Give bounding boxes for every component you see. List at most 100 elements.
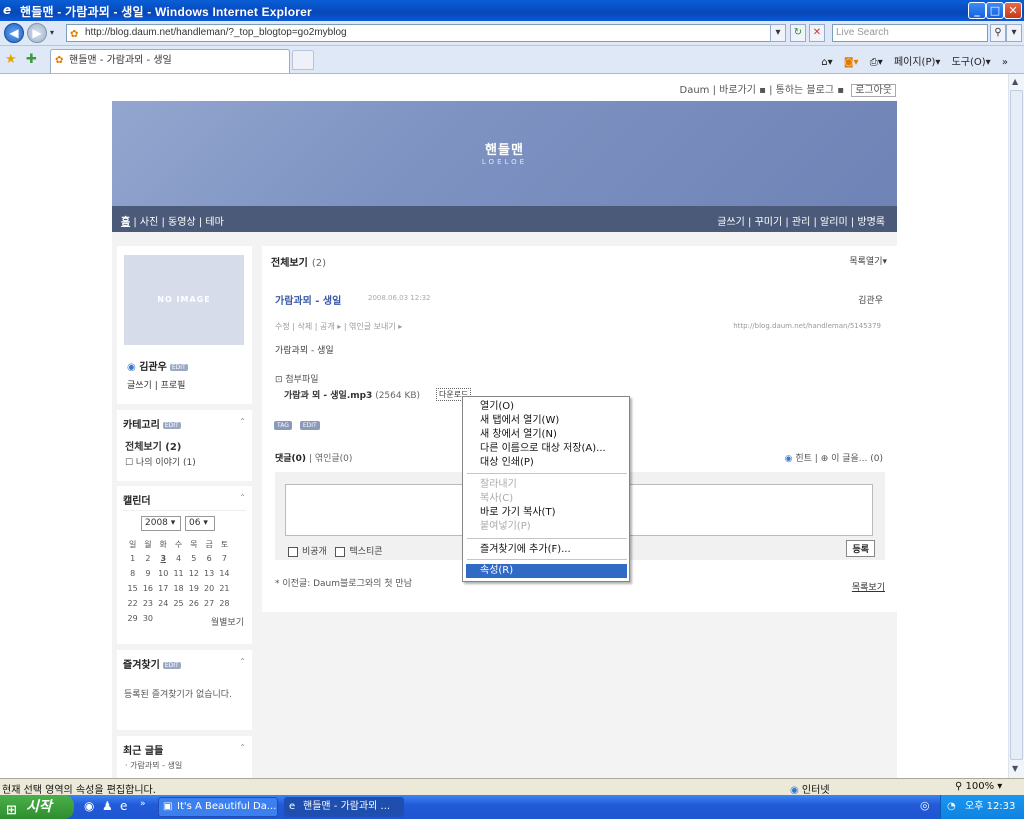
profile-name-text[interactable]: 김관우 [139, 362, 167, 373]
minimize-button[interactable]: _ [968, 2, 986, 19]
calendar-day[interactable]: 13 [201, 569, 216, 578]
tray-volume-icon[interactable]: ◔ [947, 795, 956, 819]
vertical-scrollbar[interactable]: ▲ ▼ [1008, 74, 1024, 778]
feeds-icon[interactable]: ◙▾ [844, 57, 859, 68]
category-all[interactable]: 전체보기 (2) [125, 438, 181, 453]
context-menu-item[interactable]: 바로 가기 복사(T) [466, 506, 627, 520]
list-view-link[interactable]: 목록보기 [852, 580, 885, 593]
tag-badge[interactable]: TAG [274, 421, 292, 430]
tag-edit-badge[interactable]: EDIT [299, 421, 320, 430]
category-my-story[interactable]: ☐ 나의 이야기 (1) [125, 455, 196, 468]
calendar-day[interactable]: 17 [156, 584, 171, 593]
calendar-day[interactable]: 5 [186, 554, 201, 563]
post-actions[interactable]: 수정 | 삭제 | 공개 ▸ | 엮인글 보내기 ▸ [275, 321, 402, 332]
hint-text[interactable]: 힌트 | ⊕ 이 글을... (0) [795, 454, 883, 464]
emoticon-checkbox[interactable] [335, 546, 346, 557]
calendar-day[interactable]: 24 [156, 599, 171, 608]
context-menu-item[interactable]: 즐겨찾기에 추가(F)... [466, 543, 627, 557]
calendar-day[interactable]: 23 [140, 599, 155, 608]
post-title[interactable]: 가람과뫼 - 생일 [275, 292, 341, 307]
home-icon[interactable]: ⌂▾ [821, 57, 832, 68]
calendar-day[interactable]: 27 [201, 599, 216, 608]
calendar-day[interactable]: 9 [140, 569, 155, 578]
calendar-day[interactable]: 12 [186, 569, 201, 578]
scroll-thumb[interactable] [1010, 90, 1023, 760]
calendar-day[interactable]: 7 [217, 554, 232, 563]
zoom-control[interactable]: ⚲ 100% ▾ [955, 781, 1002, 792]
previous-post-link[interactable]: * 이전글: Daum블로그와의 첫 만남 [275, 576, 412, 589]
trackbacks-tab[interactable]: | 엮인글(0) [306, 454, 352, 464]
url-dropdown-button[interactable]: ▾ [770, 24, 786, 42]
context-menu-item[interactable]: 새 탭에서 열기(W) [466, 414, 627, 428]
new-tab-button[interactable] [292, 50, 314, 70]
favorites-star-icon[interactable]: ★ [5, 52, 17, 67]
tools-menu[interactable]: 도구(O) [952, 57, 986, 68]
url-input[interactable]: ✿ http://blog.daum.net/handleman/?_top_b… [66, 24, 782, 42]
context-menu-item[interactable]: 새 창에서 열기(N) [466, 428, 627, 442]
context-menu-item[interactable]: 속성(R) [466, 564, 627, 578]
close-button[interactable]: ✕ [1004, 2, 1022, 19]
calendar-day[interactable]: 26 [186, 599, 201, 608]
menu-right-links[interactable]: 글쓰기 | 꾸미기 | 관리 | 알리미 | 방명록 [717, 213, 885, 228]
history-dropdown-icon[interactable]: ▾ [50, 28, 54, 37]
shortcut-link[interactable]: 바로가기 [719, 85, 756, 96]
scroll-up-icon[interactable]: ▲ [1012, 77, 1018, 86]
scroll-down-icon[interactable]: ▼ [1012, 764, 1018, 773]
month-select[interactable]: 06 ▾ [185, 516, 215, 531]
calendar-day[interactable]: 22 [125, 599, 140, 608]
search-icon[interactable]: ⚲ [990, 24, 1006, 42]
tab-current[interactable]: ✿ 핸들맨 - 가람과뫼 - 생일 [50, 49, 290, 73]
calendar-day[interactable]: 4 [171, 554, 186, 563]
print-icon[interactable]: ⎙▾ [870, 57, 883, 68]
calendar-day[interactable]: 11 [171, 569, 186, 578]
search-options-button[interactable]: ▾ [1006, 24, 1022, 42]
menu-home[interactable]: 홈 [121, 217, 130, 228]
calendar-day[interactable]: 1 [125, 554, 140, 563]
list-open-button[interactable]: 목록열기▾ [849, 254, 887, 267]
calendar-day[interactable]: 16 [140, 584, 155, 593]
calendar-day[interactable]: 21 [217, 584, 232, 593]
calendar-day[interactable]: 3 [156, 554, 171, 563]
more-chevron-icon[interactable]: » [1002, 57, 1008, 68]
calendar-day[interactable]: 2 [140, 554, 155, 563]
collapse-icon[interactable]: ⌃ [239, 493, 246, 502]
collapse-icon[interactable]: ⌃ [239, 417, 246, 426]
private-checkbox[interactable] [288, 546, 298, 557]
daum-link[interactable]: Daum [680, 85, 710, 96]
post-permalink[interactable]: http://blog.daum.net/handleman/5145379 [733, 322, 881, 330]
calendar-day[interactable]: 18 [171, 584, 186, 593]
start-button[interactable]: ⊞ 시작 [0, 795, 74, 819]
blog-title[interactable]: 핸들맨 [112, 139, 897, 158]
collapse-icon[interactable]: ⌃ [239, 743, 246, 752]
collapse-icon[interactable]: ⌃ [239, 657, 246, 666]
menu-left-links[interactable]: | 사진 | 동영상 | 테마 [130, 217, 223, 228]
connected-blog-link[interactable]: 통하는 블로그 [776, 85, 834, 96]
calendar-day[interactable]: 29 [125, 614, 140, 623]
quicklaunch-media-icon[interactable]: ◉ [84, 799, 94, 813]
calendar-day[interactable]: 15 [125, 584, 140, 593]
comments-tab[interactable]: 댓글(0) [275, 454, 306, 464]
back-button[interactable]: ◀ [4, 23, 24, 43]
profile-edit-button[interactable]: EDIT [169, 363, 188, 371]
maximize-button[interactable]: □ [986, 2, 1004, 19]
taskbar-task-media[interactable]: ▣ It's A Beautiful Da... [158, 797, 278, 817]
taskbar-task-ie[interactable]: e 핸들맨 - 가람과뫼 ... [284, 797, 404, 817]
stop-button[interactable]: ✕ [809, 24, 825, 42]
context-menu-item[interactable]: 대상 인쇄(P) [466, 456, 627, 470]
calendar-day[interactable]: 14 [217, 569, 232, 578]
refresh-button[interactable]: ↻ [790, 24, 806, 42]
calendar-day[interactable]: 6 [201, 554, 216, 563]
calendar-day[interactable]: 20 [201, 584, 216, 593]
logout-button[interactable]: 로그아웃 [851, 84, 896, 97]
comment-submit-button[interactable]: 등록 [846, 540, 875, 557]
forward-button[interactable]: ▶ [27, 23, 47, 43]
calendar-day[interactable]: 10 [156, 569, 171, 578]
calendar-day[interactable]: 8 [125, 569, 140, 578]
quicklaunch-more-icon[interactable]: » [140, 799, 146, 809]
recent-post-link[interactable]: · 가람과뫼 - 생일 [125, 760, 182, 771]
calendar-day[interactable]: 25 [171, 599, 186, 608]
quicklaunch-messenger-icon[interactable]: ♟ [102, 799, 113, 813]
year-select[interactable]: 2008 ▾ [141, 516, 181, 531]
add-favorites-icon[interactable]: ✚ [26, 52, 37, 67]
context-menu-item[interactable]: 다른 이름으로 대상 저장(A)... [466, 442, 627, 456]
